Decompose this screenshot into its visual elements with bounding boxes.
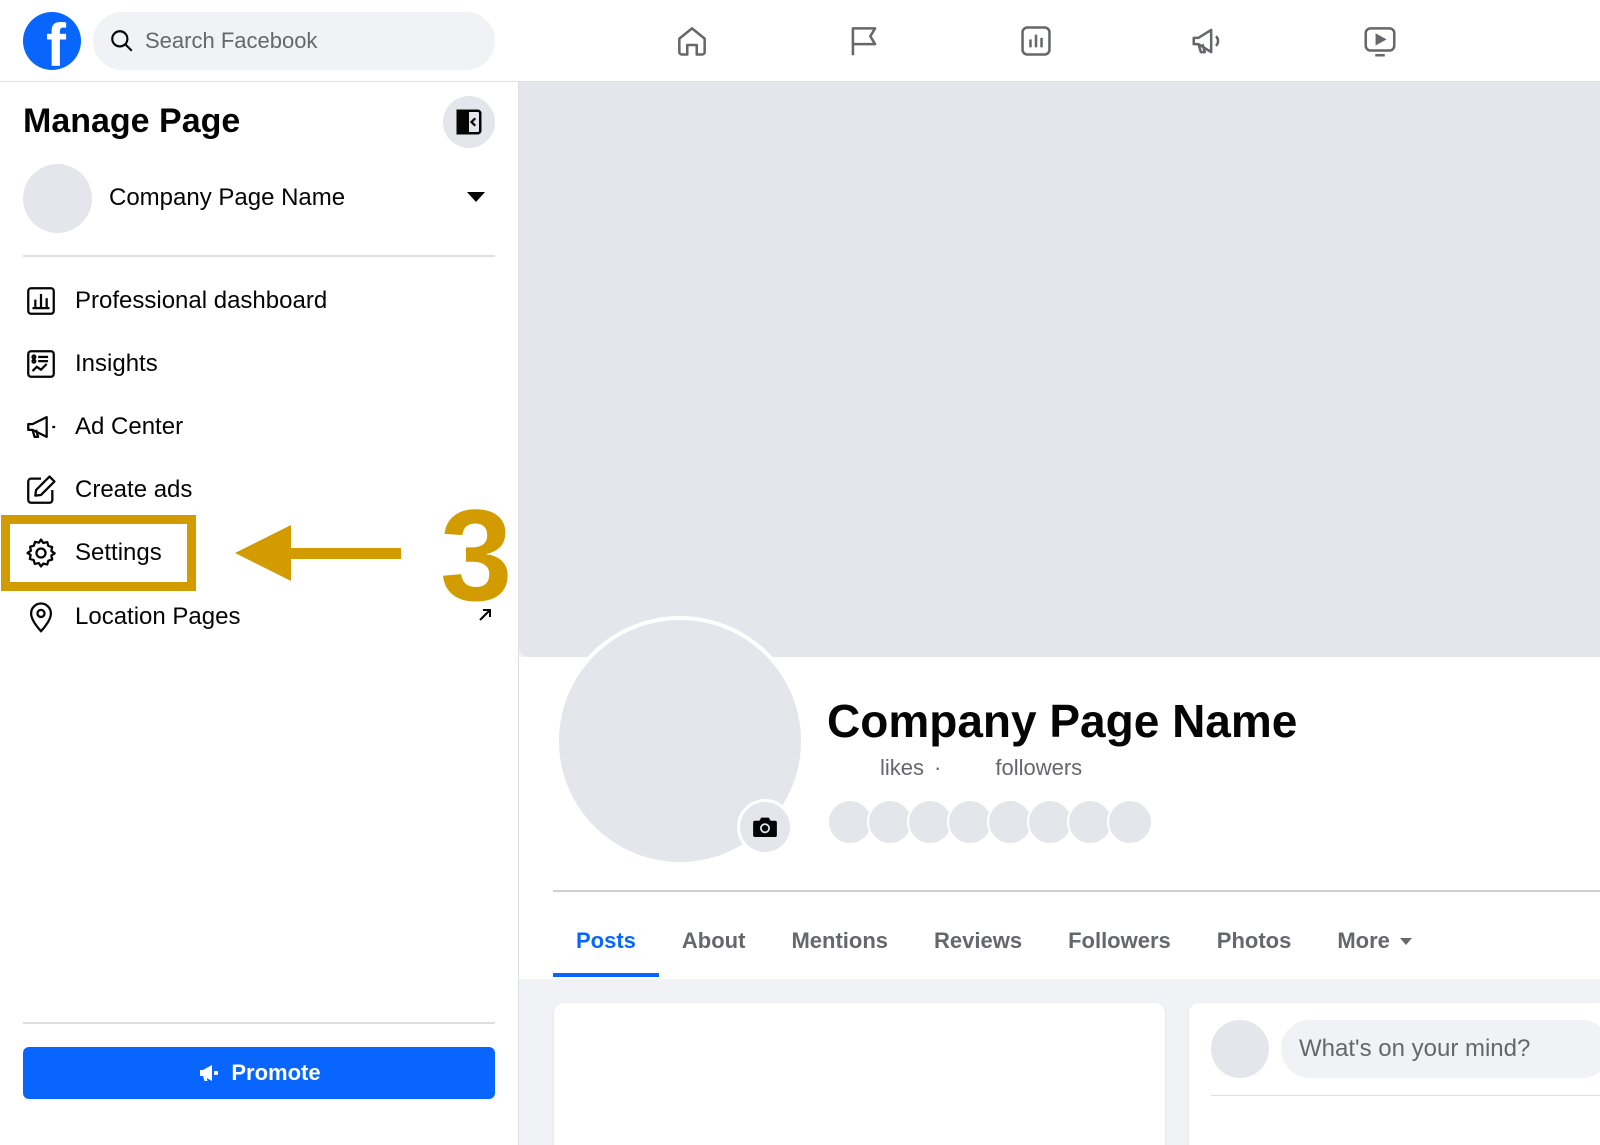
annotation-highlight-box [1, 515, 196, 591]
sidebar-item-label: Professional dashboard [75, 287, 328, 314]
page-avatar [23, 163, 92, 233]
sidebar-item-create-ads[interactable]: Create ads [23, 462, 495, 518]
update-profile-picture-button[interactable] [737, 799, 793, 855]
page-stats: likes · followers [880, 755, 1082, 781]
search-icon [111, 30, 133, 52]
search-bar[interactable] [93, 12, 495, 70]
dashboard-icon [23, 283, 59, 319]
tab-mentions[interactable]: Mentions [768, 905, 911, 977]
camera-icon [753, 817, 777, 837]
insights-chart-icon [1021, 26, 1051, 56]
collapse-sidebar-button[interactable] [443, 96, 495, 148]
avatar[interactable] [1107, 799, 1153, 845]
facebook-logo-letter: f [46, 12, 66, 71]
sidebar-bottom-divider [23, 1022, 495, 1024]
sidebar-item-ad-center[interactable]: Ad Center [23, 399, 495, 455]
promote-button[interactable]: Promote [23, 1047, 495, 1099]
tabs-divider [553, 890, 1600, 892]
promote-label: Promote [231, 1060, 321, 1085]
tab-followers[interactable]: Followers [1045, 905, 1194, 977]
sidebar-divider [23, 255, 495, 257]
sidebar-item-label: Create ads [75, 476, 193, 503]
insights-nav-button[interactable] [1013, 18, 1059, 64]
sidebar-item-professional-dashboard[interactable]: Professional dashboard [23, 273, 495, 329]
sidebar-item-insights[interactable]: Insights [23, 336, 495, 392]
profile-tabs: Posts About Mentions Reviews Followers P… [553, 905, 1435, 977]
insights-icon [23, 346, 59, 382]
location-pin-icon [23, 599, 59, 635]
flag-icon [851, 27, 877, 56]
avatar [1211, 1020, 1269, 1078]
sidebar-title: Manage Page [23, 102, 241, 140]
followers-label[interactable]: followers [995, 755, 1082, 781]
chevron-down-icon [1399, 937, 1412, 945]
chevron-down-icon [467, 192, 485, 202]
tab-posts[interactable]: Posts [553, 905, 659, 977]
ads-nav-button[interactable] [1185, 18, 1231, 64]
tab-about[interactable]: About [659, 905, 769, 977]
sidebar-item-label: Location Pages [75, 603, 241, 630]
page-switcher[interactable]: Company Page Name [23, 162, 495, 234]
follower-avatars [827, 799, 1153, 845]
post-composer-card: What's on your mind? [1189, 1003, 1600, 1145]
annotation-arrow-icon [235, 525, 401, 581]
sidebar-item-label: Insights [75, 350, 158, 377]
tab-more-label: More [1337, 928, 1390, 953]
megaphone-icon [23, 409, 59, 445]
likes-label[interactable]: likes [880, 755, 924, 781]
intro-card [554, 1003, 1165, 1145]
megaphone-icon [200, 1065, 219, 1081]
pages-nav-button[interactable] [841, 18, 887, 64]
home-icon [678, 27, 706, 56]
home-nav-button[interactable] [669, 18, 715, 64]
page-switcher-name: Company Page Name [109, 184, 346, 211]
page-title: Company Page Name [827, 695, 1298, 747]
stats-separator: · [934, 755, 942, 780]
tab-more[interactable]: More [1314, 905, 1435, 977]
composer-divider [1211, 1095, 1600, 1096]
tab-photos[interactable]: Photos [1194, 905, 1315, 977]
tab-reviews[interactable]: Reviews [911, 905, 1045, 977]
search-input[interactable] [145, 28, 465, 54]
sidebar-item-label: Ad Center [75, 413, 184, 440]
post-composer-input[interactable]: What's on your mind? [1281, 1020, 1600, 1078]
cover-photo[interactable] [519, 82, 1600, 657]
annotation-step-number: 3 [440, 482, 513, 628]
edit-icon [23, 472, 59, 508]
video-icon [1364, 27, 1396, 57]
collapse-sidebar-icon [456, 109, 482, 135]
megaphone-icon [1192, 28, 1220, 54]
facebook-logo[interactable]: f [23, 12, 81, 70]
top-navigation-bar: f [0, 0, 1600, 82]
sidebar-item-location-pages[interactable]: Location Pages [23, 589, 495, 645]
video-nav-button[interactable] [1357, 18, 1403, 64]
